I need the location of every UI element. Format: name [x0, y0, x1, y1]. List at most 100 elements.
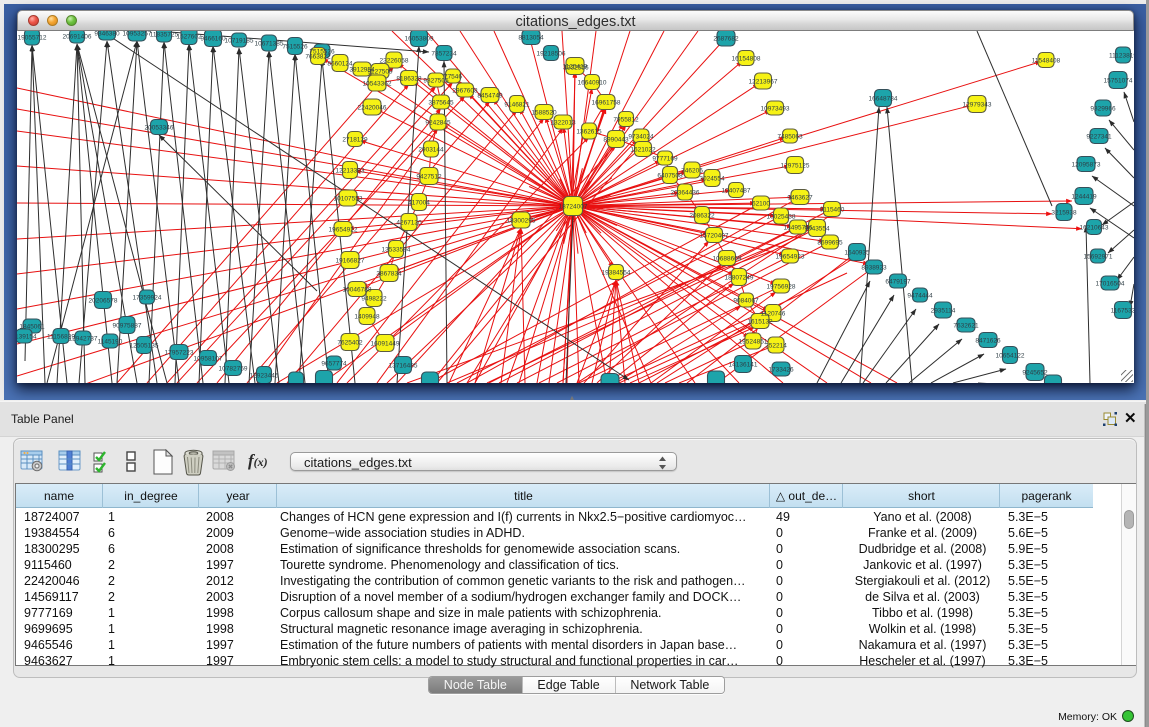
svg-text:13716485: 13716485 [389, 362, 418, 369]
svg-text:1120746: 1120746 [761, 310, 786, 317]
svg-text:9127509: 9127509 [367, 68, 393, 75]
svg-text:4267130: 4267130 [396, 219, 422, 226]
svg-text:12213967: 12213967 [749, 78, 778, 85]
svg-text:16640910: 16640910 [578, 79, 607, 86]
svg-text:3875645: 3875645 [428, 99, 454, 106]
svg-text:12975125: 12975125 [781, 162, 810, 169]
svg-text:19218506: 19218506 [537, 50, 566, 57]
svg-text:7625402: 7625402 [337, 339, 363, 346]
svg-text:18807249: 18807249 [725, 274, 754, 281]
svg-text:11835725: 11835725 [150, 31, 179, 38]
svg-text:2935114: 2935114 [931, 307, 956, 314]
svg-text:17016504: 17016504 [1096, 280, 1125, 287]
svg-text:10671385: 10671385 [255, 40, 284, 47]
svg-text:9115460: 9115460 [820, 206, 845, 213]
svg-text:10973493: 10973493 [761, 105, 790, 112]
svg-text:12942737: 12942737 [69, 335, 98, 342]
svg-text:12213383: 12213383 [336, 167, 365, 174]
svg-text:12979343: 12979343 [963, 101, 992, 108]
svg-text:7955812: 7955812 [613, 116, 639, 123]
svg-text:9329966: 9329966 [1090, 105, 1116, 112]
svg-text:7663822: 7663822 [305, 53, 331, 60]
svg-text:16648784: 16648784 [869, 95, 898, 102]
svg-text:20053346: 20053346 [145, 124, 174, 131]
svg-text:9474444: 9474444 [907, 292, 933, 299]
svg-text:10958107: 10958107 [194, 355, 223, 362]
svg-text:1409948: 1409948 [354, 313, 380, 320]
svg-text:3215938: 3215938 [1051, 209, 1077, 216]
svg-text:10654122: 10654122 [996, 352, 1025, 359]
svg-text:18724007: 18724007 [559, 203, 588, 210]
svg-text:90975887: 90975887 [113, 322, 142, 329]
svg-text:1845061: 1845061 [19, 323, 45, 330]
svg-text:2086322: 2086322 [689, 212, 715, 219]
svg-text:8454749: 8454749 [477, 92, 503, 99]
svg-text:17957223: 17957223 [165, 349, 194, 356]
svg-text:9139154: 9139154 [17, 333, 37, 340]
svg-text:3867834: 3867834 [376, 270, 402, 277]
svg-text:12505135: 12505135 [130, 342, 159, 349]
svg-text:20364436: 20364436 [671, 189, 700, 196]
svg-text:7632621: 7632621 [953, 322, 979, 329]
svg-text:19166827: 19166827 [336, 257, 365, 264]
svg-text:62100: 62100 [752, 200, 770, 207]
svg-text:15720407: 15720407 [700, 232, 729, 239]
svg-text:77546: 77546 [444, 73, 462, 80]
svg-text:8186328: 8186328 [396, 75, 422, 82]
svg-text:1145190: 1145190 [98, 338, 123, 345]
svg-text:16091449: 16091449 [371, 340, 400, 347]
svg-text:2903144: 2903144 [418, 146, 444, 153]
svg-text:16961758: 16961758 [592, 99, 621, 106]
svg-text:9777169: 9777169 [652, 155, 678, 162]
svg-text:10688609: 10688609 [713, 255, 742, 262]
svg-text:9227341: 9227341 [1086, 133, 1112, 140]
svg-text:9427512: 9427512 [416, 173, 442, 180]
svg-text:19756928: 19756928 [767, 283, 796, 290]
svg-text:10046788: 10046788 [343, 286, 372, 293]
svg-text:8813054: 8813054 [518, 34, 544, 41]
svg-text:12095873: 12095873 [1072, 161, 1101, 168]
svg-text:10543362: 10543362 [363, 80, 392, 87]
svg-text:1588520: 1588520 [531, 109, 557, 116]
svg-text:1167533: 1167533 [1111, 307, 1134, 314]
svg-text:1527602: 1527602 [176, 33, 202, 40]
svg-text:2718129: 2718129 [342, 136, 368, 143]
svg-text:16210643: 16210643 [1080, 224, 1109, 231]
svg-text:2687682: 2687682 [713, 35, 739, 42]
svg-text:20206578: 20206578 [89, 297, 118, 304]
svg-text:7857234: 7857234 [431, 50, 457, 57]
svg-text:23226058: 23226058 [380, 57, 409, 64]
svg-text:20691406: 20691406 [63, 33, 92, 40]
svg-text:1362615: 1362615 [576, 128, 602, 135]
svg-text:9657774: 9657774 [321, 360, 347, 367]
svg-text:11548408: 11548408 [1032, 57, 1061, 64]
svg-text:19055712: 19055712 [18, 34, 47, 41]
svg-text:18300295: 18300295 [507, 217, 536, 224]
svg-text:14136141: 14136141 [729, 361, 758, 368]
svg-text:9734024: 9734024 [628, 133, 654, 140]
svg-text:10953257: 10953257 [123, 31, 152, 37]
svg-text:8990443: 8990443 [603, 136, 629, 143]
svg-text:16053809: 16053809 [405, 35, 434, 42]
svg-text:13533594: 13533594 [382, 246, 411, 253]
svg-text:1733426: 1733426 [768, 366, 794, 373]
svg-text:16154808: 16154808 [732, 55, 761, 62]
svg-text:9043554: 9043554 [804, 225, 830, 232]
svg-text:10407487: 10407487 [722, 187, 751, 194]
svg-text:1322013: 1322013 [550, 119, 576, 126]
svg-text:10782759: 10782759 [219, 365, 248, 372]
svg-text:15692971: 15692971 [1084, 253, 1113, 260]
svg-text:417004: 417004 [408, 199, 430, 206]
svg-text:9498222: 9498222 [361, 295, 387, 302]
svg-text:7515526: 7515526 [282, 43, 308, 50]
svg-text:9466160: 9466160 [200, 35, 226, 42]
svg-text:9245652: 9245652 [1022, 369, 1048, 376]
svg-text:12923446: 12923446 [250, 372, 279, 379]
svg-text:10719185: 10719185 [225, 37, 254, 44]
svg-text:19524851: 19524851 [739, 338, 768, 345]
svg-text:10107553: 10107553 [334, 195, 363, 202]
svg-text:19384554: 19384554 [602, 269, 631, 276]
svg-text:1640935: 1640935 [844, 249, 870, 256]
svg-text:1621022: 1621022 [630, 146, 656, 153]
svg-text:2967608: 2967608 [452, 87, 478, 94]
